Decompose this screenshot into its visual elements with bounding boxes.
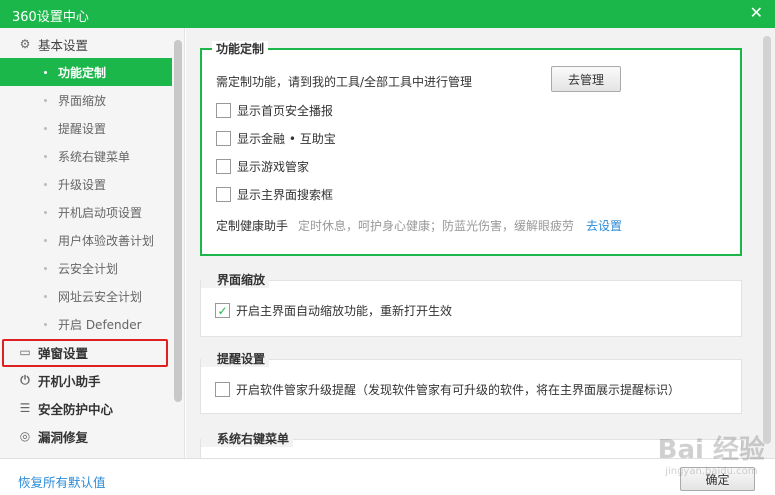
- bullet-icon: [44, 295, 47, 298]
- option-label: 开启主界面自动缩放功能，重新打开生效: [236, 304, 453, 318]
- checkbox[interactable]: [215, 382, 230, 397]
- option-label: 显示主界面搜索框: [237, 188, 334, 202]
- sidebar-item-zoom[interactable]: 界面缩放: [0, 86, 172, 114]
- sidebar-item-label: 网址云安全计划: [58, 289, 143, 304]
- watermark: Bai 经验 jingyan.baidu.com: [658, 429, 765, 477]
- option-label: 显示游戏管家: [237, 160, 310, 174]
- health-assistant-row: 定制健康助手 定时休息，呵护身心健康；防蓝光伤害，缓解眼疲劳 去设置: [216, 217, 622, 234]
- option-row[interactable]: ✓ 开启主界面自动缩放功能，重新打开生效: [215, 302, 452, 319]
- feature-hint-text: 需定制功能，请到我的工具/全部工具中进行管理: [216, 75, 473, 89]
- sidebar-category-protection[interactable]: ☰ 安全防护中心: [0, 394, 172, 422]
- health-desc: 定时休息，呵护身心健康；防蓝光伤害，缓解眼疲劳: [298, 219, 575, 233]
- bullet-icon: [44, 239, 47, 242]
- option-label: 显示首页安全播报: [237, 104, 334, 118]
- option-row[interactable]: 显示金融 • 互助宝: [216, 130, 336, 147]
- sidebar-item-label: 升级设置: [58, 177, 107, 192]
- health-label: 定制健康助手: [216, 219, 289, 233]
- close-icon[interactable]: ✕: [750, 4, 763, 22]
- remind-group: 提醒设置 开启软件管家升级提醒（发现软件管家有可升级的软件，将在主界面展示提醒标…: [200, 351, 742, 414]
- window-title: 360设置中心: [12, 10, 89, 25]
- main-scrollbar[interactable]: [763, 36, 771, 444]
- gear-icon: ⚙: [19, 37, 31, 51]
- bullet-icon: [44, 267, 47, 270]
- sidebar: ⚙ 基本设置 功能定制 界面缩放 提醒设置 系统右键菜单 升级设置 开机启动项设…: [0, 28, 185, 458]
- health-settings-link[interactable]: 去设置: [586, 217, 622, 234]
- checkmark-icon[interactable]: ✓: [215, 303, 230, 318]
- sidebar-category-vuln-fix[interactable]: ◎ 漏洞修复: [0, 422, 172, 450]
- sidebar-item-label: 云安全计划: [58, 261, 119, 276]
- patch-icon: ◎: [19, 429, 31, 443]
- sidebar-item-ux-plan[interactable]: 用户体验改善计划: [0, 226, 172, 254]
- sidebar-item-label: 系统右键菜单: [58, 149, 131, 164]
- bullet-icon: [44, 127, 47, 130]
- sidebar-category-boot-helper[interactable]: ⏻ 开机小助手: [0, 366, 172, 394]
- sidebar-item-url-cloud[interactable]: 网址云安全计划: [0, 282, 172, 310]
- sidebar-item-label: 开机启动项设置: [58, 205, 143, 220]
- bullet-icon: [44, 323, 47, 326]
- watermark-url: jingyan.baidu.com: [665, 466, 758, 477]
- checkbox[interactable]: [216, 187, 231, 202]
- title-bar: 360设置中心 ✕: [0, 0, 775, 28]
- sidebar-item-label: 提醒设置: [58, 121, 107, 136]
- manage-button[interactable]: 去管理: [551, 66, 621, 92]
- sidebar-category-label: 基本设置: [38, 37, 89, 53]
- sidebar-scrollbar[interactable]: [174, 40, 182, 402]
- sidebar-category-basic[interactable]: ⚙ 基本设置: [0, 30, 172, 58]
- restore-defaults-link[interactable]: 恢复所有默认值: [18, 472, 106, 491]
- sidebar-category-label: 漏洞修复: [38, 429, 89, 445]
- checkbox[interactable]: [216, 159, 231, 174]
- sidebar-item-label: 用户体验改善计划: [58, 233, 155, 248]
- highlight-frame: [2, 339, 168, 367]
- sidebar-item-cloud-security[interactable]: 云安全计划: [0, 254, 172, 282]
- sidebar-item-defender[interactable]: 开启 Defender: [0, 310, 172, 338]
- watermark-brand: Bai 经验: [657, 435, 765, 465]
- group-legend: 提醒设置: [201, 351, 270, 367]
- bullet-icon: [44, 183, 47, 186]
- sidebar-item-upgrade[interactable]: 升级设置: [0, 170, 172, 198]
- main-panel: 功能定制 需定制功能，请到我的工具/全部工具中进行管理 去管理 显示首页安全播报…: [186, 28, 775, 458]
- power-icon: ⏻: [20, 372, 30, 387]
- group-legend: 功能定制: [212, 41, 269, 57]
- feature-hint: 需定制功能，请到我的工具/全部工具中进行管理: [216, 73, 472, 90]
- option-row[interactable]: 显示游戏管家: [216, 158, 309, 175]
- sidebar-item-context-menu[interactable]: 系统右键菜单: [0, 142, 172, 170]
- option-row[interactable]: 显示主界面搜索框: [216, 186, 333, 203]
- option-row[interactable]: 显示首页安全播报: [216, 102, 333, 119]
- option-label: 开启软件管家升级提醒（发现软件管家有可升级的软件，将在主界面展示提醒标识）: [236, 383, 681, 397]
- sidebar-item-remind[interactable]: 提醒设置: [0, 114, 172, 142]
- checkbox[interactable]: [216, 131, 231, 146]
- sidebar-item-startup[interactable]: 开机启动项设置: [0, 198, 172, 226]
- option-row[interactable]: 开启软件管家升级提醒（发现软件管家有可升级的软件，将在主界面展示提醒标识）: [215, 381, 680, 398]
- sidebar-item-label: 开启 Defender: [58, 317, 142, 332]
- sidebar-item-feature-custom[interactable]: 功能定制: [0, 58, 172, 86]
- sidebar-category-label: 安全防护中心: [38, 401, 114, 417]
- zoom-group: 界面缩放 ✓ 开启主界面自动缩放功能，重新打开生效: [200, 272, 742, 337]
- feature-custom-group: 功能定制 需定制功能，请到我的工具/全部工具中进行管理 去管理 显示首页安全播报…: [200, 41, 742, 256]
- option-label: 显示金融 • 互助宝: [237, 132, 336, 146]
- sidebar-item-label: 功能定制: [58, 65, 107, 80]
- bullet-icon: [44, 211, 47, 214]
- group-legend: 系统右键菜单: [201, 431, 294, 447]
- sidebar-category-label: 开机小助手: [38, 373, 101, 389]
- bullet-icon: [44, 71, 47, 74]
- bullet-icon: [44, 155, 47, 158]
- checkbox[interactable]: [216, 103, 231, 118]
- group-legend: 界面缩放: [201, 272, 270, 288]
- bullet-icon: [44, 99, 47, 102]
- sidebar-item-label: 界面缩放: [58, 93, 107, 108]
- sliders-icon: ☰: [19, 401, 31, 415]
